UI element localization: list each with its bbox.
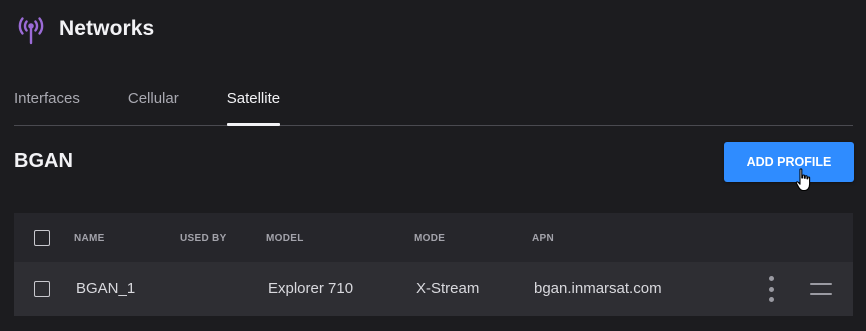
- select-all-checkbox[interactable]: [34, 230, 50, 246]
- tab-bar: Interfaces Cellular Satellite: [14, 90, 853, 126]
- cell-model: Explorer 710: [268, 280, 354, 297]
- tab-interfaces[interactable]: Interfaces: [14, 90, 80, 125]
- networks-page: Networks Interfaces Cellular Satellite B…: [0, 0, 866, 331]
- cell-apn: bgan.inmarsat.com: [534, 280, 662, 297]
- page-title: Networks: [59, 17, 155, 40]
- column-header-name: NAME: [74, 233, 105, 244]
- drag-handle-icon[interactable]: [810, 283, 832, 295]
- tab-cellular[interactable]: Cellular: [128, 90, 179, 125]
- table-row[interactable]: BGAN_1 Explorer 710 X-Stream bgan.inmars…: [14, 262, 853, 316]
- antenna-icon: [14, 12, 48, 46]
- page-header: Networks: [14, 12, 154, 46]
- table-header: NAME USED BY MODEL MODE APN: [14, 213, 853, 262]
- column-header-model: MODEL: [266, 233, 304, 244]
- column-header-mode: MODE: [414, 233, 446, 244]
- add-profile-button[interactable]: ADD PROFILE: [724, 142, 854, 182]
- profiles-table: NAME USED BY MODEL MODE APN BGAN_1 Explo…: [14, 213, 853, 316]
- row-checkbox[interactable]: [34, 281, 50, 297]
- cell-name: BGAN_1: [76, 280, 136, 297]
- section-title: BGAN: [14, 150, 73, 172]
- tab-satellite[interactable]: Satellite: [226, 90, 281, 126]
- column-header-apn: APN: [532, 233, 555, 244]
- more-options-icon[interactable]: [766, 276, 776, 302]
- column-header-used-by: USED BY: [180, 233, 227, 244]
- cell-mode: X-Stream: [416, 280, 480, 297]
